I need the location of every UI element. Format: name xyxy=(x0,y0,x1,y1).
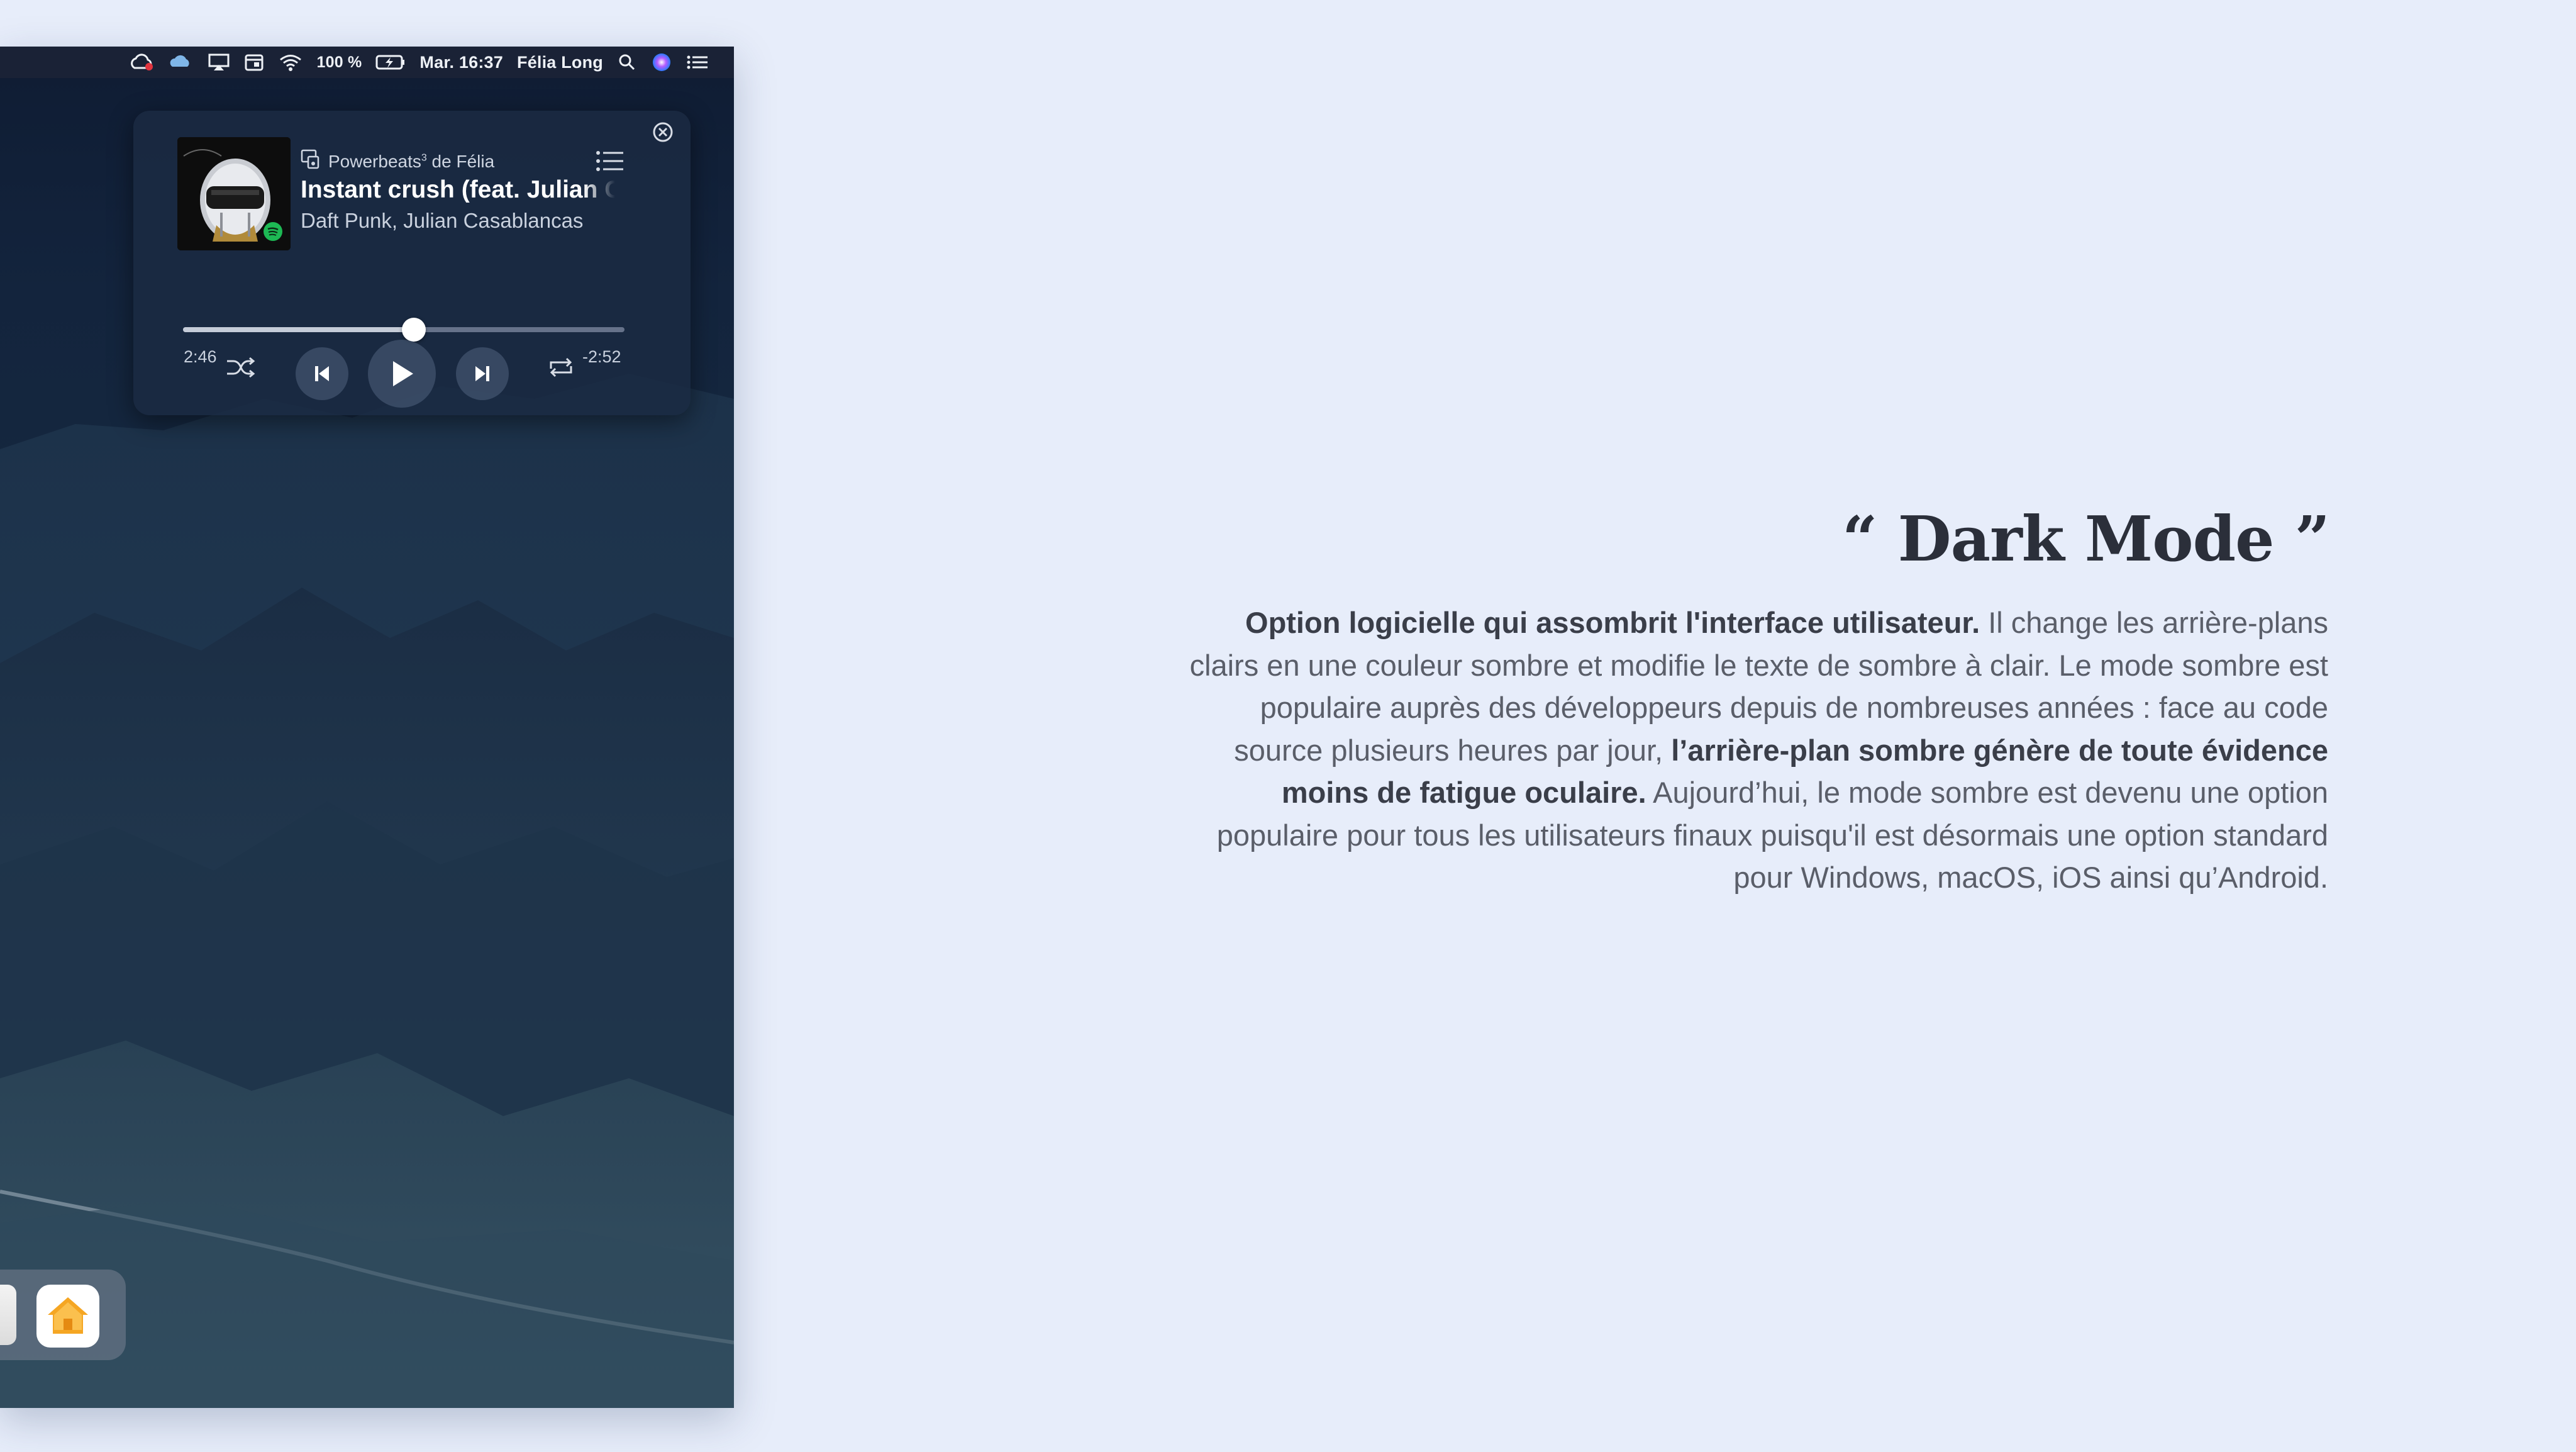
shuffle-icon[interactable] xyxy=(221,349,259,386)
wifi-icon[interactable] xyxy=(278,47,303,78)
notification-center-icon[interactable] xyxy=(686,47,709,78)
remaining-time: -2:52 xyxy=(582,347,621,366)
device-model-sup: 3 xyxy=(421,152,427,164)
search-icon[interactable] xyxy=(617,47,637,78)
close-icon[interactable] xyxy=(652,121,674,143)
battery-icon[interactable] xyxy=(375,47,406,78)
page-title: “ Dark Mode ” xyxy=(1842,503,2330,576)
repeat-icon[interactable] xyxy=(542,349,580,386)
menu-user-name[interactable]: Félia Long xyxy=(517,47,603,78)
audio-device-row[interactable]: Powerbeats3 de Félia xyxy=(299,148,494,174)
dock-app-partial[interactable] xyxy=(0,1285,16,1345)
speaker-device-icon xyxy=(299,148,322,174)
menu-clock[interactable]: Mar. 16:37 xyxy=(419,47,503,78)
device-name: Powerbeats3 de Félia xyxy=(328,151,495,171)
dark-mode-description: Option logicielle qui assombrit l'interf… xyxy=(1184,601,2328,899)
calendar-icon[interactable] xyxy=(244,47,264,78)
menu-bar: 100 % Mar. 16:37 Félia Long xyxy=(0,47,734,78)
home-app-icon[interactable] xyxy=(36,1285,99,1348)
progress-fill xyxy=(183,327,414,332)
queue-list-icon[interactable] xyxy=(594,148,626,174)
airplay-icon[interactable] xyxy=(208,47,230,78)
creative-cloud-icon[interactable] xyxy=(130,47,155,78)
track-artist[interactable]: Daft Punk, Julian Casablancas xyxy=(301,209,583,233)
now-playing-widget: Powerbeats3 de Félia Instant crush (feat… xyxy=(133,111,691,415)
progress-bar[interactable] xyxy=(183,318,625,342)
next-icon[interactable] xyxy=(456,347,509,400)
previous-icon[interactable] xyxy=(296,347,348,400)
desktop-screen: 100 % Mar. 16:37 Félia Long Powerbeats3 … xyxy=(0,47,734,1408)
definition-strong: Option logicielle qui assombrit l'interf… xyxy=(1245,606,1980,639)
track-title[interactable]: Instant crush (feat. Julian Casablancas) xyxy=(301,176,615,204)
cloud-sync-icon[interactable] xyxy=(169,47,194,78)
spotify-icon xyxy=(263,221,283,242)
elapsed-time: 2:46 xyxy=(184,347,217,366)
siri-icon[interactable] xyxy=(651,47,672,78)
play-icon[interactable] xyxy=(368,340,436,408)
progress-scrubber[interactable] xyxy=(402,318,426,342)
battery-percentage: 100 % xyxy=(316,53,362,71)
